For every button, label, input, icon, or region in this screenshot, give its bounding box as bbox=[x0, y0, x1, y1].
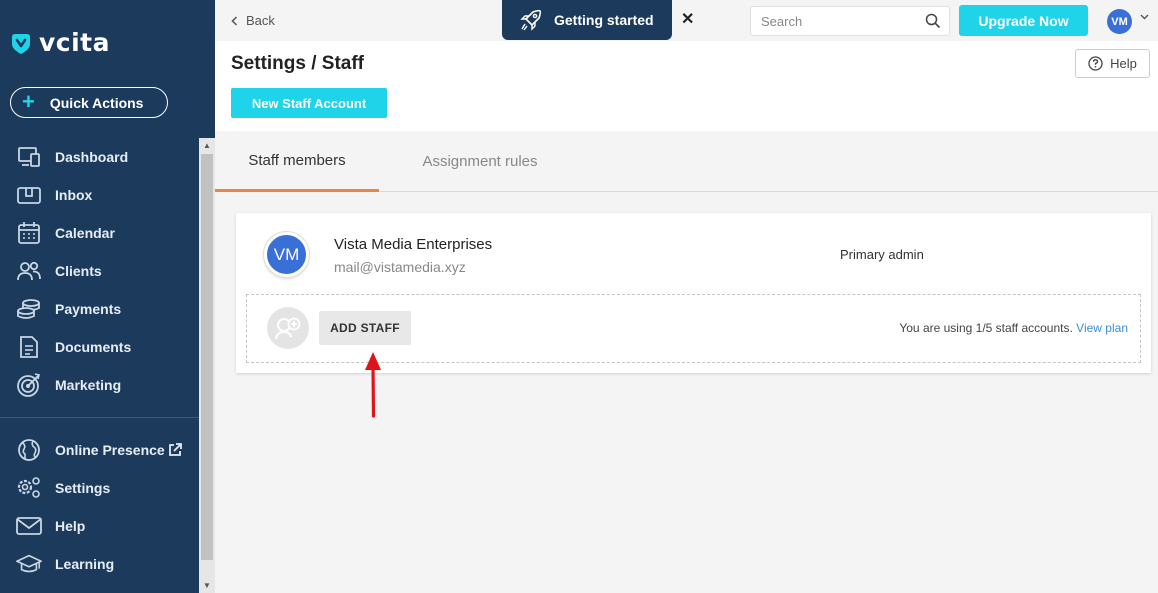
sidebar-bottom-nav: Online Presence Settings Help Learning bbox=[0, 431, 199, 583]
payments-icon bbox=[16, 296, 42, 322]
sidebar-nav: Dashboard Inbox Calendar Clients Payment… bbox=[0, 138, 199, 404]
sidebar-item-learning[interactable]: Learning bbox=[0, 545, 199, 583]
sidebar-item-clients[interactable]: Clients bbox=[0, 252, 199, 290]
search-box bbox=[750, 6, 950, 36]
mail-icon bbox=[16, 513, 42, 539]
help-button[interactable]: Help bbox=[1075, 49, 1150, 78]
search-input[interactable] bbox=[751, 7, 911, 35]
vcita-logo-icon bbox=[12, 33, 30, 54]
sidebar-item-documents[interactable]: Documents bbox=[0, 328, 199, 366]
rocket-icon bbox=[520, 9, 542, 31]
sidebar-item-help[interactable]: Help bbox=[0, 507, 199, 545]
sidebar-item-dashboard[interactable]: Dashboard bbox=[0, 138, 199, 176]
quick-actions-label: Quick Actions bbox=[49, 94, 144, 111]
vcita-logo[interactable]: vcita bbox=[9, 28, 110, 57]
add-user-icon bbox=[267, 307, 309, 349]
help-label: Help bbox=[1110, 56, 1137, 71]
external-link-icon bbox=[168, 443, 182, 456]
getting-started-label: Getting started bbox=[554, 12, 654, 28]
staff-name: Vista Media Enterprises bbox=[334, 236, 493, 253]
scroll-up-icon[interactable]: ▲ bbox=[202, 141, 212, 150]
sidebar-item-label: Learning bbox=[55, 556, 115, 572]
sidebar-item-inbox[interactable]: Inbox bbox=[0, 176, 199, 214]
quick-actions-button[interactable]: + Quick Actions bbox=[10, 87, 168, 118]
back-link[interactable]: Back bbox=[231, 13, 275, 28]
staff-card: VM Vista Media Enterprises mail@vistamed… bbox=[236, 213, 1151, 373]
plus-icon: + bbox=[22, 88, 35, 114]
inbox-icon bbox=[16, 182, 42, 208]
sidebar-item-label: Documents bbox=[55, 339, 132, 355]
red-arrow-annotation bbox=[365, 352, 381, 418]
sidebar-item-label: Help bbox=[55, 518, 86, 534]
sidebar-item-calendar[interactable]: Calendar bbox=[0, 214, 199, 252]
top-bar: Back Getting started ✕ Upgrade Now VM bbox=[215, 0, 1158, 41]
page-header: Settings / Staff New Staff Account Help bbox=[215, 41, 1158, 131]
sidebar-item-label: Calendar bbox=[55, 225, 115, 241]
marketing-icon bbox=[16, 372, 42, 398]
logo-text: vcita bbox=[39, 28, 111, 57]
usage-label: You are using 1/5 staff accounts. bbox=[899, 321, 1073, 335]
page-title: Settings / Staff bbox=[231, 53, 365, 74]
staff-avatar: VM bbox=[264, 232, 309, 277]
getting-started-button[interactable]: Getting started bbox=[502, 0, 672, 40]
tab-assignment-rules[interactable]: Assignment rules bbox=[390, 131, 570, 192]
documents-icon bbox=[16, 334, 42, 360]
sidebar-item-settings[interactable]: Settings bbox=[0, 469, 199, 507]
back-label: Back bbox=[246, 13, 275, 28]
sidebar-item-label: Clients bbox=[55, 263, 102, 279]
sidebar-divider bbox=[0, 417, 199, 418]
tab-staff-members[interactable]: Staff members bbox=[215, 131, 379, 192]
globe-icon bbox=[16, 437, 42, 463]
add-staff-button[interactable]: ADD STAFF bbox=[319, 311, 411, 345]
clients-icon bbox=[16, 258, 42, 284]
staff-email: mail@vistamedia.xyz bbox=[334, 259, 466, 275]
sidebar-item-label: Inbox bbox=[55, 187, 93, 203]
user-avatar[interactable]: VM bbox=[1107, 9, 1132, 34]
sidebar-scrollbar[interactable]: ▲ ▼ bbox=[199, 138, 215, 593]
chevron-down-icon[interactable] bbox=[1140, 14, 1149, 20]
staff-usage-text: You are using 1/5 staff accounts. View p… bbox=[899, 321, 1128, 335]
calendar-icon bbox=[16, 220, 42, 246]
sidebar-item-online-presence[interactable]: Online Presence bbox=[0, 431, 199, 469]
sidebar-item-payments[interactable]: Payments bbox=[0, 290, 199, 328]
settings-icon bbox=[16, 475, 42, 501]
tab-bar: Staff members Assignment rules bbox=[215, 131, 1158, 192]
sidebar-item-label: Payments bbox=[55, 301, 122, 317]
search-icon[interactable] bbox=[925, 13, 941, 29]
close-icon[interactable]: ✕ bbox=[681, 9, 694, 29]
staff-role: Primary admin bbox=[840, 247, 924, 262]
new-staff-account-button[interactable]: New Staff Account bbox=[231, 88, 387, 118]
sidebar-item-marketing[interactable]: Marketing bbox=[0, 366, 199, 404]
scrollbar-thumb[interactable] bbox=[201, 154, 213, 560]
graduation-cap-icon bbox=[16, 551, 42, 577]
sidebar-item-label: Dashboard bbox=[55, 149, 129, 165]
question-circle-icon bbox=[1088, 56, 1103, 71]
scroll-down-icon[interactable]: ▼ bbox=[202, 581, 212, 590]
staff-row[interactable]: VM Vista Media Enterprises mail@vistamed… bbox=[236, 213, 1151, 293]
upgrade-now-button[interactable]: Upgrade Now bbox=[959, 5, 1088, 36]
chevron-left-icon bbox=[231, 15, 238, 26]
sidebar-item-label: Marketing bbox=[55, 377, 122, 393]
sidebar: vcita + Quick Actions Dashboard Inbox Ca… bbox=[0, 0, 215, 593]
view-plan-link[interactable]: View plan bbox=[1076, 321, 1128, 335]
sidebar-item-label: Settings bbox=[55, 480, 111, 496]
sidebar-item-label: Online Presence bbox=[55, 442, 165, 458]
dashboard-icon bbox=[16, 144, 42, 170]
